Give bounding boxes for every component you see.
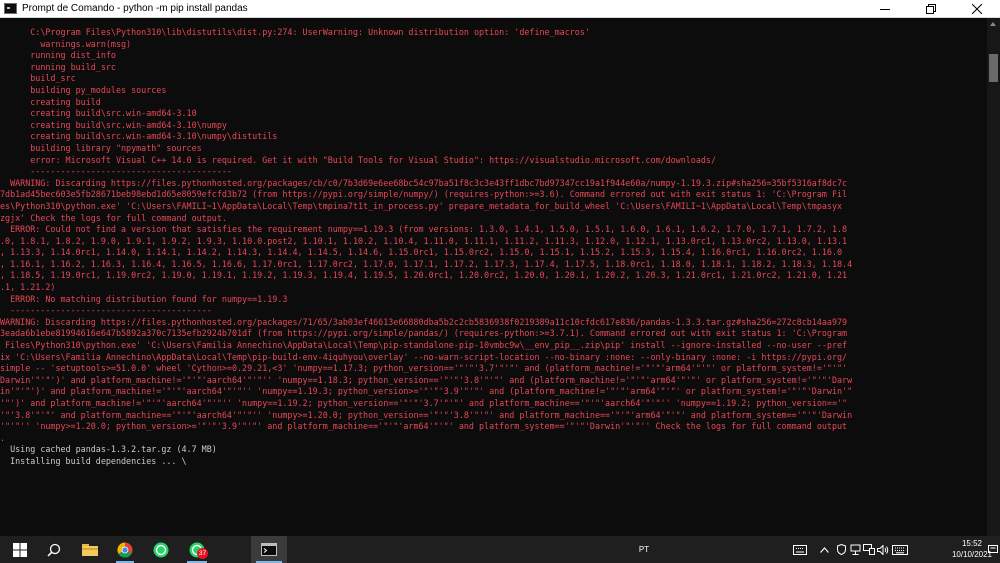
console-line: zgjx' Check the logs for full command ou…	[0, 212, 227, 223]
speaker-icon	[877, 544, 889, 555]
defender-tray-button[interactable]	[834, 536, 848, 563]
command-prompt-icon	[261, 543, 277, 556]
console-line: running dist_info	[0, 50, 116, 61]
search-button[interactable]	[40, 536, 68, 563]
console-line: '"')' and platform_machine!='"'"'aarch64…	[0, 398, 848, 408]
console-line: creating build\src.win-amd64-3.10	[0, 108, 197, 119]
notification-badge: 37	[197, 548, 208, 559]
network-status-button[interactable]	[862, 536, 876, 563]
touch-keyboard-button[interactable]	[790, 536, 810, 563]
console-line: ERROR: Could not find a version that sat…	[0, 224, 848, 235]
start-button[interactable]	[0, 536, 40, 563]
console-line: Files\Python310\python.exe' 'C:\Users\Fa…	[0, 340, 848, 351]
windows-start-icon	[13, 542, 27, 557]
notification-icon	[987, 544, 998, 553]
keyboard-icon	[892, 544, 908, 555]
console-line: error: Microsoft Visual C++ 14.0 is requ…	[0, 154, 716, 165]
show-hidden-icons-button[interactable]	[817, 536, 831, 563]
shield-icon	[836, 544, 846, 555]
console-line: simple -- 'setuptools>=51.0.0' wheel 'Cy…	[0, 363, 848, 374]
console-line: building library "npymath" sources	[0, 142, 202, 153]
console-line: warnings.warn(msg)	[0, 38, 132, 49]
vertical-scrollbar[interactable]	[987, 18, 1000, 536]
scrollbar-thumb[interactable]	[989, 54, 998, 82]
window-title-bar[interactable]: Prompt de Comando - python -m pip instal…	[0, 0, 1000, 18]
console-line: , 1.16.1, 1.16.2, 1.16.3, 1.16.4, 1.16.5…	[0, 258, 853, 269]
console-line: Darwin'"'"')' and platform_machine!='"'"…	[0, 374, 853, 385]
taskbar-app-command-prompt[interactable]	[251, 536, 287, 563]
console-line: build_src	[0, 73, 76, 84]
console-line: 3eada6b1ebe81994616e647b5892a370c7135efb…	[0, 328, 848, 339]
console-line: creating build\src.win-amd64-3.10\numpy\…	[0, 131, 278, 142]
search-icon	[47, 543, 61, 557]
restore-icon	[926, 3, 936, 14]
console-line: ----------------------------------------	[0, 305, 212, 316]
taskbar-app-whatsapp-2[interactable]: 37	[182, 536, 212, 563]
network-button[interactable]	[848, 536, 862, 563]
taskbar-app-whatsapp[interactable]	[147, 536, 175, 563]
console-line: Using cached pandas-1.3.2.tar.gz (4.7 MB…	[0, 444, 217, 455]
file-explorer-icon	[82, 544, 98, 556]
minimize-icon	[880, 8, 890, 10]
taskbar-app-file-explorer[interactable]	[76, 536, 104, 563]
console-line: ERROR: No matching distribution found fo…	[0, 293, 288, 304]
volume-button[interactable]	[876, 536, 890, 563]
console-line: .1, 1.21.2)	[0, 282, 56, 293]
console-line: '"'3.8'"'"' and platform_machine=='"'"'a…	[0, 409, 853, 420]
console-output[interactable]: C:\Program Files\Python310\lib\distutils…	[0, 18, 987, 536]
whatsapp-icon	[153, 542, 169, 557]
input-method-button[interactable]	[890, 536, 910, 563]
monitor-icon	[863, 544, 875, 555]
notifications-button[interactable]	[985, 536, 1000, 563]
console-line: in'"'"')' and platform_machine!='"'"'aar…	[0, 386, 853, 397]
console-line: ix 'C:\Users\Familia Annechino\AppData\L…	[0, 351, 848, 362]
network-icon	[850, 544, 860, 555]
restore-button[interactable]	[908, 0, 954, 17]
language-indicator[interactable]: PT	[633, 536, 655, 563]
taskbar-app-chrome[interactable]	[111, 536, 139, 563]
taskbar: 37 PT 15:52 10/10/2021	[0, 536, 1000, 563]
console-line: WARNING: Discarding https://files.python…	[0, 316, 848, 327]
console-line: es\Python310\python.exe' 'C:\Users\FAMIL…	[0, 200, 843, 211]
command-prompt-window-icon	[4, 3, 17, 14]
minimize-button[interactable]	[862, 0, 908, 17]
console-log: C:\Program Files\Python310\lib\distutils…	[0, 18, 987, 468]
console-line: Installing build dependencies ... \	[0, 455, 187, 466]
console-line: WARNING: Discarding https://files.python…	[0, 177, 848, 188]
console-line: C:\Program Files\Python310\lib\distutils…	[0, 27, 590, 37]
close-icon	[972, 3, 982, 14]
console-line: 7db1ad45bec603e5fb28671beb98ebd1d65e8059…	[0, 189, 848, 200]
scroll-up-arrow-icon[interactable]	[990, 22, 996, 26]
keyboard-icon	[793, 544, 807, 555]
window-title: Prompt de Comando - python -m pip instal…	[22, 3, 248, 14]
chevron-up-icon	[819, 546, 829, 553]
chrome-icon	[117, 541, 133, 558]
console-line: creating build\src.win-amd64-3.10\numpy	[0, 119, 227, 130]
console-line: creating build	[0, 96, 101, 107]
console-line: building py_modules sources	[0, 84, 167, 95]
console-line: '"'"'' 'numpy>=1.20.0; python_version>='…	[0, 421, 848, 432]
console-line: , 1.18.5, 1.19.0rc1, 1.19.0rc2, 1.19.0, …	[0, 270, 848, 281]
close-button[interactable]	[954, 0, 1000, 17]
console-line: running build_src	[0, 61, 116, 72]
console-line: ----------------------------------------	[0, 166, 232, 177]
console-line: , 1.13.3, 1.14.0rc1, 1.14.0, 1.14.1, 1.1…	[0, 247, 843, 258]
console-line: .0, 1.8.1, 1.8.2, 1.9.0, 1.9.1, 1.9.2, 1…	[0, 235, 848, 246]
console-line: .	[0, 432, 6, 443]
